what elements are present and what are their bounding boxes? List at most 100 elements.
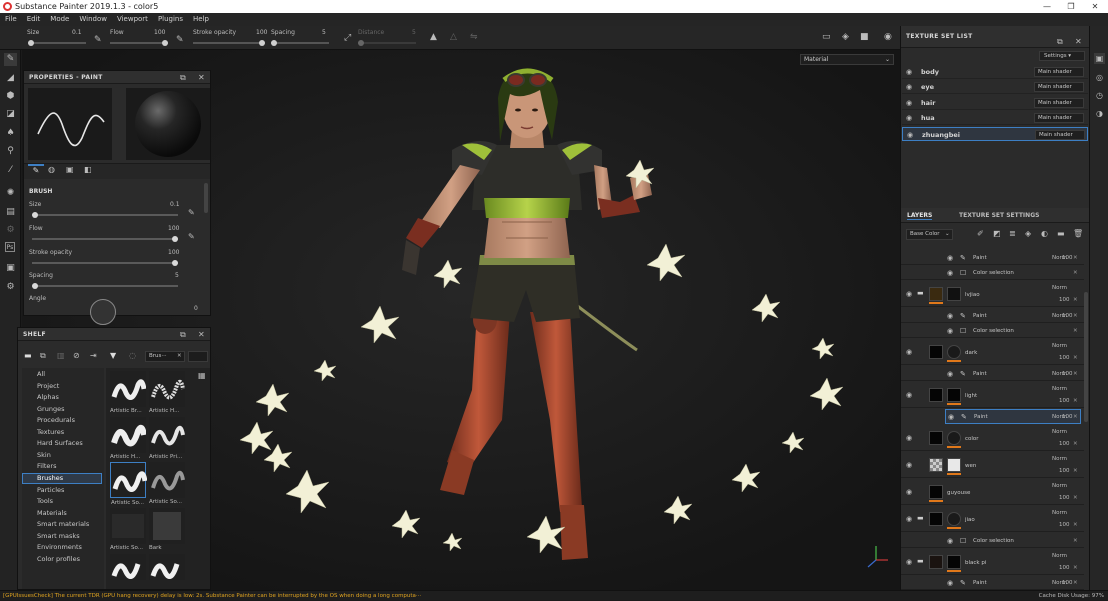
opacity-value[interactable]: 100 bbox=[1059, 522, 1070, 528]
folder-icon[interactable]: ▬ bbox=[24, 351, 32, 360]
add-effect-icon[interactable]: ✐ bbox=[977, 229, 984, 238]
panel-close-icon[interactable]: ✕ bbox=[198, 71, 205, 84]
opacity-value[interactable]: 100 bbox=[1062, 371, 1073, 377]
display-cube-icon[interactable]: ◈ bbox=[842, 32, 849, 42]
brush-size-slider[interactable] bbox=[32, 212, 178, 218]
search-clear-icon[interactable]: ✕ bbox=[177, 352, 182, 361]
texture-set-row[interactable]: ◉ hair Main shader bbox=[902, 96, 1088, 110]
layer-effect-row[interactable]: ◉ ✎ Paint Norm 100 ✕ bbox=[901, 308, 1084, 323]
category-textures[interactable]: Textures bbox=[37, 428, 64, 436]
lazy-mouse-icon[interactable]: ⤢ bbox=[344, 33, 351, 43]
menu-plugins[interactable]: Plugins bbox=[153, 13, 188, 26]
add-layer-icon[interactable]: ≣ bbox=[1009, 229, 1016, 238]
layer-row[interactable]: ◉ wen Norm 100 ✕ bbox=[901, 452, 1084, 478]
layer-folder-row[interactable]: ◉ ▬ lvjiao Norm 100 ✕ bbox=[901, 281, 1084, 307]
remove-icon[interactable]: ✕ bbox=[1073, 441, 1078, 447]
eye-icon[interactable]: ◉ bbox=[906, 80, 912, 94]
add-smart-material-icon[interactable]: ◐ bbox=[1041, 229, 1048, 238]
remove-icon[interactable]: ✕ bbox=[1073, 580, 1078, 586]
category-project[interactable]: Project bbox=[37, 382, 59, 390]
tsl-undock-icon[interactable]: ⧉ bbox=[1057, 31, 1063, 53]
shelf-close-icon[interactable]: ✕ bbox=[198, 328, 205, 341]
eye-icon[interactable]: ◉ bbox=[947, 370, 953, 378]
category-grunges[interactable]: Grunges bbox=[37, 405, 64, 413]
grid-view-icon[interactable]: ▦ bbox=[198, 371, 206, 380]
shader-select[interactable]: Main shader bbox=[1035, 130, 1085, 140]
material-tab-icon[interactable]: ◍ bbox=[48, 165, 55, 174]
remove-icon[interactable]: ✕ bbox=[1073, 313, 1078, 319]
remove-icon[interactable]: ✕ bbox=[1073, 414, 1078, 420]
brush-thumbnail-selected[interactable]: Artistic So... bbox=[110, 462, 148, 506]
opacity-value[interactable]: 100 bbox=[1062, 313, 1073, 319]
remove-icon[interactable]: ✕ bbox=[1073, 371, 1078, 377]
screen-mode-icon[interactable]: ▭ bbox=[822, 32, 831, 42]
alpha-tab-icon[interactable]: ◧ bbox=[84, 165, 92, 174]
flow-slider[interactable] bbox=[110, 40, 168, 46]
history-icon[interactable]: ◷ bbox=[1094, 90, 1105, 101]
eye-icon[interactable]: ◉ bbox=[906, 111, 912, 125]
layer-row[interactable]: ◉ light Norm 100 ✕ bbox=[901, 382, 1084, 408]
minimize-button[interactable]: — bbox=[1035, 0, 1059, 13]
eraser-icon[interactable]: ◢ bbox=[4, 72, 17, 85]
menu-file[interactable]: File bbox=[0, 13, 22, 26]
folder-icon[interactable]: ▬ bbox=[917, 557, 924, 565]
eye-icon[interactable]: ◉ bbox=[906, 391, 912, 399]
menu-mode[interactable]: Mode bbox=[45, 13, 74, 26]
opacity-value[interactable]: 100 bbox=[1059, 297, 1070, 303]
eye-icon[interactable]: ◉ bbox=[947, 579, 953, 587]
blend-mode[interactable]: Norm bbox=[1052, 483, 1067, 489]
brush-flow-slider[interactable] bbox=[32, 236, 178, 242]
folder-icon[interactable]: ▬ bbox=[917, 514, 924, 522]
settings-cog-icon[interactable]: ⚙ bbox=[4, 224, 17, 237]
menu-window[interactable]: Window bbox=[74, 13, 112, 26]
blend-mode[interactable]: Norm bbox=[1052, 429, 1067, 435]
menu-edit[interactable]: Edit bbox=[22, 13, 46, 26]
layer-effect-row[interactable]: ◉ ☐ Color selection ✕ bbox=[901, 323, 1084, 338]
flow-value[interactable]: 100 bbox=[154, 29, 165, 36]
display-icon[interactable]: ◑ bbox=[1094, 108, 1105, 119]
eye-icon[interactable]: ◉ bbox=[906, 558, 912, 566]
stroke-opacity-value[interactable]: 100 bbox=[256, 29, 267, 36]
delete-icon[interactable]: ▥ bbox=[57, 351, 65, 360]
tab-layers[interactable]: LAYERS bbox=[907, 212, 933, 220]
remove-icon[interactable]: ✕ bbox=[1073, 538, 1078, 544]
remove-icon[interactable]: ✕ bbox=[1073, 328, 1078, 334]
tsl-settings-button[interactable]: Settings ▾ bbox=[1039, 51, 1085, 61]
properties-scrollbar[interactable] bbox=[204, 183, 208, 213]
refresh-icon[interactable]: ◌ bbox=[129, 351, 136, 360]
brush-stroke-opacity-value[interactable]: 100 bbox=[168, 249, 179, 256]
export-icon[interactable]: ▣ bbox=[4, 262, 17, 275]
blend-mode[interactable]: Norm bbox=[1052, 510, 1067, 516]
layer-effect-row[interactable]: ◉ ✎ Paint Norm 100 ✕ bbox=[901, 250, 1084, 265]
category-filters[interactable]: Filters bbox=[37, 462, 56, 470]
checkbox-icon[interactable]: ☐ bbox=[960, 537, 966, 545]
category-all[interactable]: All bbox=[37, 370, 45, 378]
symmetry-options-icon[interactable]: △ bbox=[450, 32, 457, 42]
shader-select[interactable]: Main shader bbox=[1034, 67, 1084, 77]
layer-effect-row[interactable]: ◉ ☐ Color selection ✕ bbox=[901, 533, 1084, 548]
opacity-value[interactable]: 100 bbox=[1059, 468, 1070, 474]
add-mask-icon[interactable]: ◩ bbox=[993, 229, 1001, 238]
layers-scrollbar[interactable] bbox=[1084, 292, 1088, 422]
filter-icon[interactable]: ▼ bbox=[110, 351, 116, 360]
paint-brush-icon[interactable]: ✎ bbox=[4, 53, 17, 66]
brush-tab-icon[interactable]: ✎ bbox=[28, 164, 44, 179]
eye-icon[interactable]: ◉ bbox=[906, 348, 912, 356]
category-color-profiles[interactable]: Color profiles bbox=[37, 555, 80, 563]
blend-mode[interactable]: Norm bbox=[1052, 553, 1067, 559]
blend-mode[interactable]: Norm bbox=[1052, 285, 1067, 291]
brush-size-pressure-icon[interactable]: ✎ bbox=[188, 208, 195, 217]
eye-icon[interactable]: ◉ bbox=[906, 488, 912, 496]
eye-icon[interactable]: ◉ bbox=[947, 537, 953, 545]
new-folder-icon[interactable]: ⧉ bbox=[40, 351, 46, 361]
tab-texture-set-settings[interactable]: TEXTURE SET SETTINGS bbox=[959, 212, 1039, 219]
eye-icon[interactable]: ◉ bbox=[906, 290, 912, 298]
brush-thumbnail[interactable]: Artistic Pri... bbox=[149, 417, 185, 460]
undock-icon[interactable]: ⧉ bbox=[180, 71, 186, 84]
category-tools[interactable]: Tools bbox=[37, 497, 53, 505]
eye-icon[interactable]: ◉ bbox=[906, 65, 912, 79]
category-materials[interactable]: Materials bbox=[37, 509, 67, 517]
photoshop-export-icon[interactable]: Ps bbox=[5, 242, 15, 252]
layer-row[interactable]: ◉ guyouse Norm 100 ✕ bbox=[901, 479, 1084, 505]
remove-icon[interactable]: ✕ bbox=[1073, 565, 1078, 571]
